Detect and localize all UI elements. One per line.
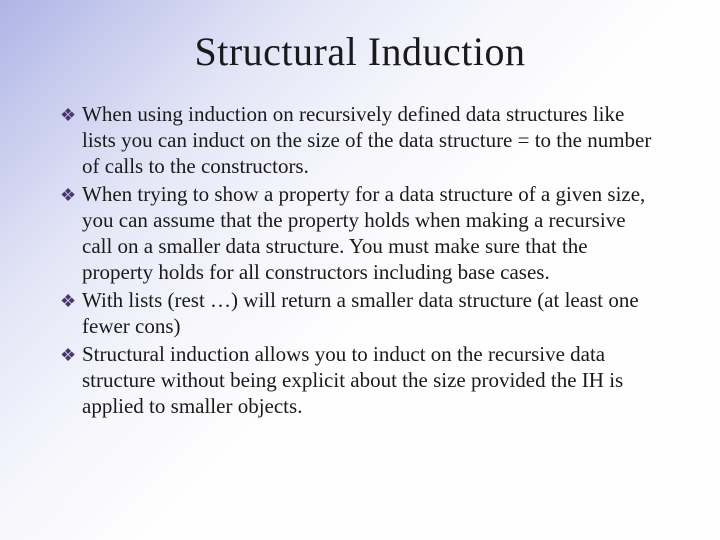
slide-title: Structural Induction xyxy=(48,28,672,75)
list-item: ❖ When trying to show a property for a d… xyxy=(60,181,660,285)
bullet-text: When using induction on recursively defi… xyxy=(82,101,660,179)
diamond-bullet-icon: ❖ xyxy=(60,341,82,368)
bullet-text: With lists (rest …) will return a smalle… xyxy=(82,287,660,339)
list-item: ❖ Structural induction allows you to ind… xyxy=(60,341,660,419)
diamond-bullet-icon: ❖ xyxy=(60,101,82,128)
slide: Structural Induction ❖ When using induct… xyxy=(0,0,720,540)
bullet-list: ❖ When using induction on recursively de… xyxy=(48,101,672,419)
list-item: ❖ When using induction on recursively de… xyxy=(60,101,660,179)
diamond-bullet-icon: ❖ xyxy=(60,181,82,208)
diamond-bullet-icon: ❖ xyxy=(60,287,82,314)
bullet-text: Structural induction allows you to induc… xyxy=(82,341,660,419)
list-item: ❖ With lists (rest …) will return a smal… xyxy=(60,287,660,339)
bullet-text: When trying to show a property for a dat… xyxy=(82,181,660,285)
